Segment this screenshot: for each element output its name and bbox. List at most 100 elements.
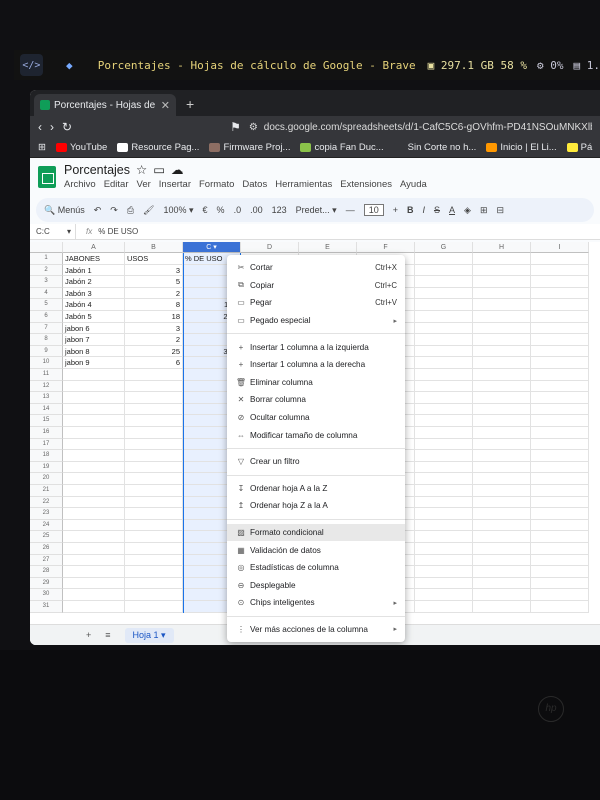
grid-cell[interactable] — [473, 461, 531, 474]
grid-cell[interactable] — [415, 311, 473, 323]
grid-cell[interactable] — [531, 345, 589, 358]
grid-cell[interactable] — [473, 380, 531, 393]
grid-cell[interactable]: Jabón 3 — [63, 287, 125, 300]
menu-item-formato-condicional[interactable]: ▨ Formato condicional — [227, 523, 405, 542]
grid-cell[interactable] — [415, 450, 473, 462]
grid-cell[interactable] — [415, 287, 473, 300]
grid-cell[interactable] — [63, 566, 125, 578]
grid-cell[interactable] — [63, 531, 125, 543]
close-tab-icon[interactable]: ✕ — [161, 99, 170, 112]
grid-cell[interactable] — [531, 601, 589, 613]
grid-cell[interactable] — [415, 566, 473, 578]
doc-title[interactable]: Porcentajes — [64, 163, 130, 177]
grid-cell[interactable] — [531, 276, 589, 288]
font-size-increase-button[interactable]: + — [393, 205, 398, 215]
grid-cell[interactable] — [531, 461, 589, 474]
grid-cell[interactable] — [531, 334, 589, 346]
grid-cell[interactable]: USOS — [125, 253, 183, 265]
row-header[interactable]: 15 — [30, 415, 63, 427]
grid-cell[interactable] — [473, 566, 531, 578]
grid-cell[interactable] — [125, 601, 183, 613]
grid-cell[interactable] — [125, 589, 183, 601]
menu-item-pegado-especial[interactable]: ▭ Pegado especial ▸ — [227, 312, 405, 330]
grid-cell[interactable] — [473, 496, 531, 509]
column-header-b[interactable]: B — [125, 242, 183, 253]
grid-cell[interactable] — [125, 543, 183, 555]
grid-cell[interactable] — [473, 519, 531, 532]
grid-cell[interactable] — [473, 601, 531, 613]
grid-cell[interactable] — [473, 345, 531, 358]
grid-cell[interactable] — [415, 601, 473, 613]
site-settings-icon[interactable]: ⚙ — [249, 122, 258, 133]
grid-cell[interactable]: Jabón 5 — [63, 311, 125, 323]
column-header-e[interactable]: E — [299, 242, 357, 253]
grid-cell[interactable] — [531, 589, 589, 601]
menu-item-pegar[interactable]: ▭ Pegar Ctrl+V — [227, 294, 405, 312]
menu-archivo[interactable]: Archivo — [64, 179, 96, 190]
bookmark-item[interactable]: copia Fan Duc... — [300, 142, 384, 153]
grid-cell[interactable] — [415, 380, 473, 393]
column-header-f[interactable]: F — [357, 242, 415, 253]
row-header[interactable]: 8 — [30, 334, 63, 346]
grid-cell[interactable] — [415, 438, 473, 451]
code-icon[interactable]: </> — [20, 54, 43, 76]
menu-search[interactable]: 🔍 Menús — [44, 205, 85, 216]
grid-cell[interactable]: jabon 7 — [63, 334, 125, 346]
name-box[interactable]: C:C ▾ — [30, 224, 76, 239]
grid-cell[interactable] — [125, 508, 183, 520]
zoom-select[interactable]: 100% ▾ — [163, 205, 193, 216]
grid-cell[interactable]: 6 — [125, 357, 183, 369]
grid-cell[interactable] — [473, 531, 531, 543]
fill-color-icon[interactable]: ◈ — [464, 205, 471, 216]
grid-cell[interactable] — [531, 577, 589, 590]
bookmark-item[interactable]: Sin Corte no h... — [393, 142, 476, 153]
grid-cell[interactable] — [63, 485, 125, 497]
forward-icon[interactable]: › — [50, 120, 54, 134]
grid-cell[interactable] — [531, 438, 589, 451]
grid-cell[interactable] — [415, 485, 473, 497]
column-header-g[interactable]: G — [415, 242, 473, 253]
grid-cell[interactable] — [531, 322, 589, 335]
grid-cell[interactable] — [63, 601, 125, 613]
italic-button[interactable]: I — [422, 205, 425, 215]
grid-cell[interactable] — [125, 496, 183, 509]
grid-cell[interactable]: 8 — [125, 299, 183, 311]
menu-item-copiar[interactable]: ⧉ Copiar Ctrl+C — [227, 277, 405, 295]
reload-icon[interactable]: ↻ — [62, 120, 72, 134]
grid-cell[interactable]: jabon 8 — [63, 345, 125, 358]
grid-cell[interactable] — [415, 299, 473, 311]
grid-cell[interactable] — [473, 450, 531, 462]
grid-cell[interactable] — [473, 253, 531, 265]
number-format-button[interactable]: 123 — [272, 205, 287, 215]
row-header[interactable]: 30 — [30, 589, 63, 601]
bookmark-item[interactable]: Inicio | El Li... — [486, 142, 557, 153]
grid-cell[interactable] — [125, 473, 183, 485]
menu-item-cortar[interactable]: ✂ Cortar Ctrl+X — [227, 259, 405, 277]
grid-cell[interactable] — [125, 392, 183, 404]
menu-item-crear-un-filtro[interactable]: ▽ Crear un filtro — [227, 453, 405, 471]
menu-item-insertar-1-columna-a-la-izquierda[interactable]: + Insertar 1 columna a la izquierda — [227, 338, 405, 356]
row-header[interactable]: 20 — [30, 473, 63, 485]
currency-format-button[interactable]: € — [203, 205, 208, 215]
grid-cell[interactable] — [63, 461, 125, 474]
grid-cell[interactable] — [415, 496, 473, 509]
row-header[interactable]: 2 — [30, 264, 63, 277]
menu-item-estadísticas-de-columna[interactable]: ◎ Estadísticas de columna — [227, 559, 405, 577]
grid-cell[interactable] — [125, 403, 183, 416]
increase-decimal-button[interactable]: .00 — [250, 205, 263, 215]
grid-cell[interactable]: jabon 9 — [63, 357, 125, 369]
row-header[interactable]: 11 — [30, 369, 63, 381]
grid-cell[interactable] — [531, 554, 589, 567]
grid-cell[interactable] — [125, 438, 183, 451]
undo-icon[interactable]: ↶ — [94, 205, 102, 216]
row-header[interactable]: 26 — [30, 543, 63, 555]
grid-cell[interactable] — [63, 554, 125, 567]
grid-cell[interactable] — [63, 392, 125, 404]
grid-cell[interactable]: Jabón 1 — [63, 264, 125, 277]
row-header[interactable]: 29 — [30, 577, 63, 590]
grid-cell[interactable] — [473, 485, 531, 497]
borders-icon[interactable]: ⊞ — [480, 205, 488, 216]
row-header[interactable]: 21 — [30, 485, 63, 497]
menu-item-ver-más-acciones-de-la-columna[interactable]: ⋮ Ver más acciones de la columna ▸ — [227, 621, 405, 639]
grid-cell[interactable] — [125, 485, 183, 497]
